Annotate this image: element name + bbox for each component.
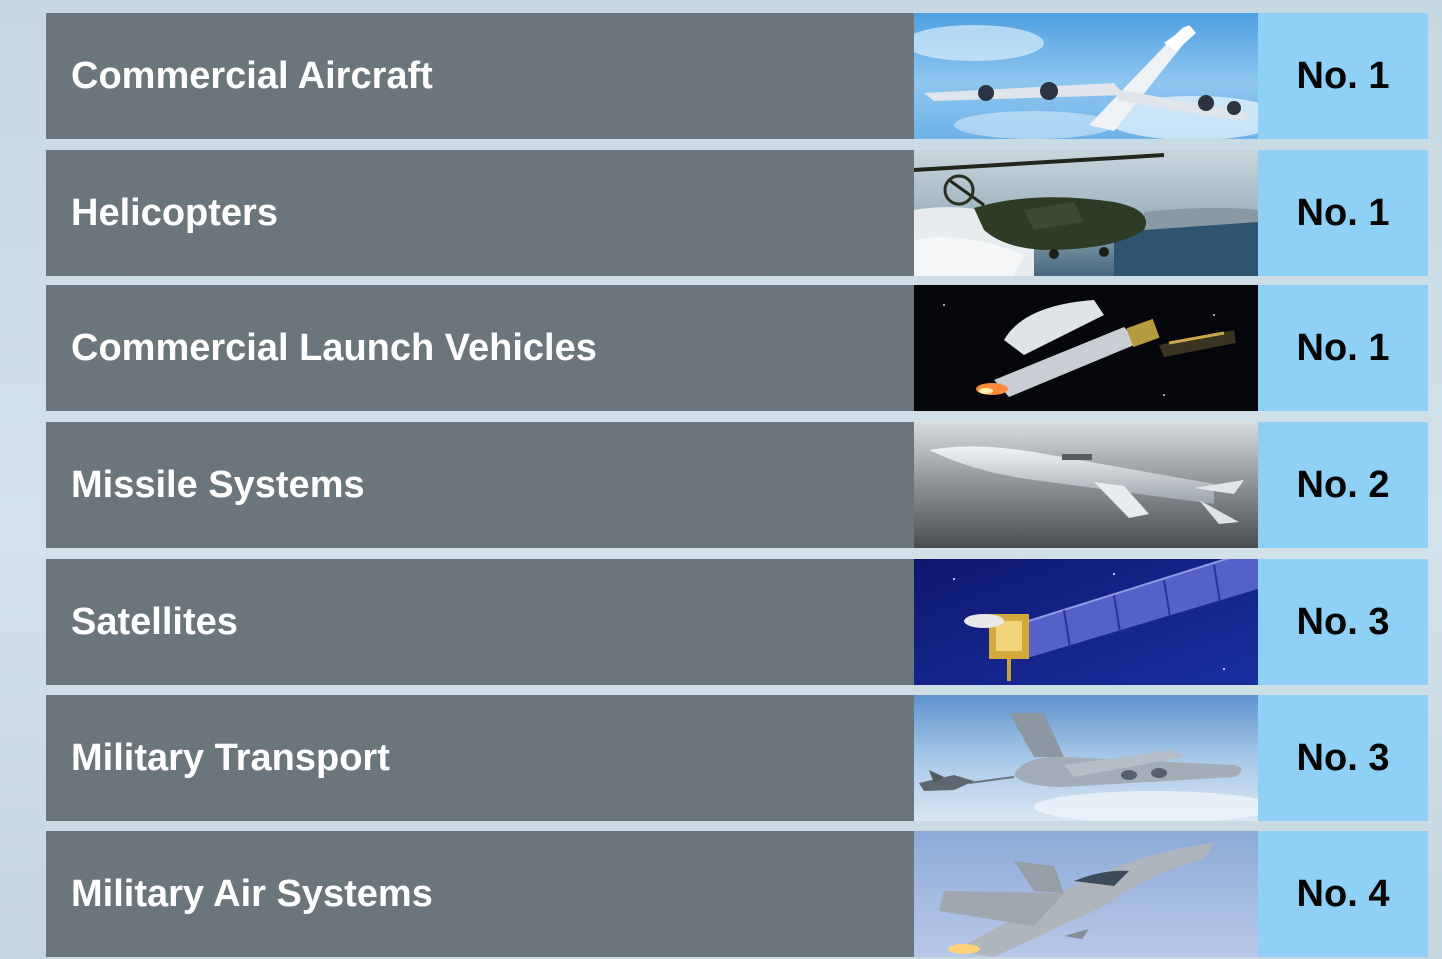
rank-cell: No. 3	[1258, 559, 1428, 685]
airliner-image	[914, 13, 1258, 139]
satellite-image	[914, 559, 1258, 685]
rank-label: No. 1	[1296, 192, 1390, 234]
table-row: Military Transport No. 3	[46, 695, 1428, 821]
ranking-table: Commercial Aircraft No. 1 Helicopters No…	[0, 0, 1442, 959]
category-cell: Military Air Systems	[46, 831, 914, 957]
category-cell: Helicopters	[46, 150, 914, 276]
category-cell: Commercial Aircraft	[46, 13, 914, 139]
rank-label: No. 4	[1296, 873, 1390, 915]
rank-label: No. 2	[1296, 464, 1390, 506]
category-label: Military Air Systems	[71, 873, 433, 915]
category-label: Helicopters	[71, 192, 278, 234]
helicopter-image	[914, 150, 1258, 276]
rank-label: No. 1	[1296, 327, 1390, 369]
category-label: Military Transport	[71, 737, 390, 779]
table-row: Helicopters No. 1	[46, 150, 1428, 276]
table-row: Military Air Systems No. 4	[46, 831, 1428, 957]
rank-label: No. 3	[1296, 601, 1390, 643]
rank-cell: No. 1	[1258, 150, 1428, 276]
transport-aircraft-image	[914, 695, 1258, 821]
category-label: Satellites	[71, 601, 238, 643]
category-cell: Commercial Launch Vehicles	[46, 285, 914, 411]
table-row: Commercial Aircraft No. 1	[46, 13, 1428, 139]
category-label: Missile Systems	[71, 464, 365, 506]
launch-vehicle-image	[914, 285, 1258, 411]
table-row: Satellites No. 3	[46, 559, 1428, 685]
rank-cell: No. 2	[1258, 422, 1428, 548]
category-cell: Missile Systems	[46, 422, 914, 548]
rank-cell: No. 1	[1258, 285, 1428, 411]
table-row: Commercial Launch Vehicles No. 1	[46, 285, 1428, 411]
rank-cell: No. 1	[1258, 13, 1428, 139]
category-label: Commercial Aircraft	[71, 55, 433, 97]
rank-label: No. 3	[1296, 737, 1390, 779]
category-cell: Military Transport	[46, 695, 914, 821]
rank-cell: No. 4	[1258, 831, 1428, 957]
fighter-jet-image	[914, 831, 1258, 957]
rank-label: No. 1	[1296, 55, 1390, 97]
rank-cell: No. 3	[1258, 695, 1428, 821]
missile-image	[914, 422, 1258, 548]
category-cell: Satellites	[46, 559, 914, 685]
category-label: Commercial Launch Vehicles	[71, 327, 597, 369]
table-row: Missile Systems No. 2	[46, 422, 1428, 548]
